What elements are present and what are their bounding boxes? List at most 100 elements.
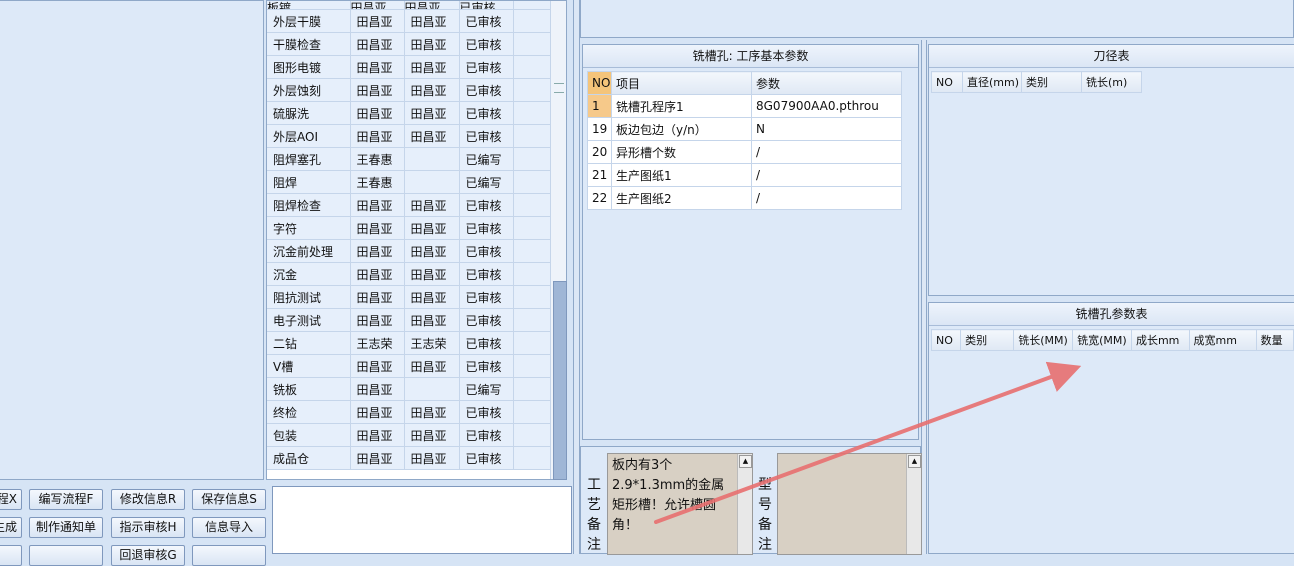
table-row[interactable]: 铣板 田昌亚 已编写 [267, 377, 552, 401]
status-cell: 已审核 [459, 239, 514, 263]
scrollbar-thumb[interactable] [553, 281, 567, 480]
base-param-row[interactable]: 21 生产图纸1/ [587, 163, 902, 187]
process-table-panel: 板镀 田昌亚 田昌亚 已审核 外层干膜 田昌亚 田昌亚 已审核 干膜检查 田昌亚 田昌亚 已审核 图形电… [266, 0, 567, 480]
table-row[interactable]: 二钻 王志荣 王志荣 已审核 [267, 331, 552, 355]
status-cell: 已审核 [459, 400, 514, 424]
process-name-cell: 图形电镀 [267, 55, 351, 79]
table-row[interactable]: 终检 田昌亚 田昌亚 已审核 [267, 400, 552, 424]
scroll-up-icon[interactable]: ▲ [908, 455, 921, 468]
model-remark-scrollbar[interactable]: ▲ [906, 454, 921, 554]
table-row[interactable]: 阻焊检查 田昌亚 田昌亚 已审核 [267, 193, 552, 217]
checker-cell: 田昌亚 [404, 262, 460, 286]
table-row[interactable]: 沉金 田昌亚 田昌亚 已审核 [267, 262, 552, 286]
process-name-cell: 板镀 [267, 1, 351, 10]
maker-cell: 田昌亚 [350, 124, 405, 148]
table-row[interactable]: 图形电镀 田昌亚 田昌亚 已审核 [267, 55, 552, 79]
slot-col-header-3[interactable]: 铣宽(MM) [1072, 329, 1132, 351]
slot-col-header-6[interactable]: 数量 [1255, 329, 1294, 351]
extra-cell [513, 262, 552, 286]
slot-col-header-0[interactable]: NO [930, 329, 962, 351]
maker-cell: 田昌亚 [350, 216, 405, 240]
action-button[interactable]: 信息导入 [192, 517, 266, 538]
process-name-cell: 成品仓 [267, 446, 351, 470]
action-button[interactable]: 制作通知单 [29, 517, 103, 538]
checker-cell: 田昌亚 [404, 285, 460, 309]
note-input-box[interactable] [272, 486, 572, 554]
table-row[interactable]: 外层干膜 田昌亚 田昌亚 已审核 [267, 9, 552, 33]
table-row[interactable]: V槽 田昌亚 田昌亚 已审核 [267, 354, 552, 378]
param-item-cell: 异形槽个数 [611, 140, 752, 164]
process-table-scrollbar[interactable] [550, 1, 567, 480]
base-param-row[interactable]: 19 板边包边（y/n） N [587, 117, 902, 141]
status-cell: 已审核 [459, 1, 514, 10]
base-param-row[interactable]: 22 生产图纸2/ [587, 186, 902, 210]
slot-col-header-2[interactable]: 铣长(MM) [1013, 329, 1074, 351]
process-remark-textarea[interactable]: 板内有3个2.9*1.3mm的金属矩形槽！允许槽圆角！ ▲ [607, 453, 753, 555]
col-no-header[interactable]: NO [587, 71, 612, 95]
slot-params-table: NO 类别 铣长(MM) 铣宽(MM) 成长mm 成宽mm 数量 [930, 329, 1294, 351]
base-param-row[interactable]: 1 铣槽孔程序1 8G07900AA0.pthrou [587, 94, 902, 118]
col-item-header[interactable]: 项目 [611, 71, 752, 95]
status-cell: 已审核 [459, 216, 514, 240]
action-button[interactable]: 制流程X [0, 489, 22, 510]
action-button[interactable]: 生成 [0, 517, 22, 538]
base-param-row[interactable]: 20 异形槽个数 / [587, 140, 902, 164]
checker-cell [404, 377, 460, 401]
process-name-cell: 字符 [267, 216, 351, 240]
slot-col-header-5[interactable]: 成宽mm [1188, 329, 1257, 351]
slot-col-header-4[interactable]: 成长mm [1130, 329, 1190, 351]
action-button[interactable]: 修改信息R [111, 489, 185, 510]
tool-col-header-2[interactable]: 类别 [1021, 71, 1082, 93]
table-row[interactable]: 沉金前处理 田昌亚 田昌亚 已审核 [267, 239, 552, 263]
status-cell: 已审核 [459, 354, 514, 378]
action-button[interactable] [192, 545, 266, 566]
extra-cell [513, 32, 552, 56]
table-row[interactable]: 阻抗测试 田昌亚 田昌亚 已审核 [267, 285, 552, 309]
process-name-cell: 阻抗测试 [267, 285, 351, 309]
status-cell: 已编写 [459, 147, 514, 171]
process-name-cell: V槽 [267, 354, 351, 378]
table-row[interactable]: 包装 田昌亚 田昌亚 已审核 [267, 423, 552, 447]
slot-table-title: 铣槽孔参数表 [929, 303, 1294, 326]
tool-col-header-3[interactable]: 铣长(m) [1081, 71, 1142, 93]
maker-cell: 田昌亚 [350, 262, 405, 286]
tool-col-header-0[interactable]: NO [931, 71, 963, 93]
process-name-cell: 阻焊塞孔 [267, 147, 351, 171]
table-row[interactable]: 硫脲洗 田昌亚 田昌亚 已审核 [267, 101, 552, 125]
table-row[interactable]: 成品仓 田昌亚 田昌亚 已审核 [267, 446, 552, 470]
maker-cell: 王春惠 [350, 170, 405, 194]
tool-col-header-1[interactable]: 直径(mm) [962, 71, 1022, 93]
model-remark-label: 型号备注 [758, 477, 772, 553]
extra-cell [513, 377, 552, 401]
process-name-cell: 阻焊 [267, 170, 351, 194]
col-param-header[interactable]: 参数 [751, 71, 902, 95]
param-item-cell: 生产图纸2 [611, 186, 752, 210]
checker-cell: 田昌亚 [404, 193, 460, 217]
action-button[interactable]: 指示审核H [111, 517, 185, 538]
table-row[interactable]: 干膜检查 田昌亚 田昌亚 已审核 [267, 32, 552, 56]
table-row[interactable]: 阻焊 王春惠 已编写 [267, 170, 552, 194]
table-row[interactable]: 电子测试 田昌亚 田昌亚 已审核 [267, 308, 552, 332]
action-button[interactable]: 回退审核G [111, 545, 185, 566]
vertical-splitter[interactable] [573, 0, 580, 554]
table-row[interactable]: 板镀 田昌亚 田昌亚 已审核 [267, 1, 552, 10]
table-row[interactable]: 外层AOI 田昌亚 田昌亚 已审核 [267, 124, 552, 148]
action-button[interactable] [0, 545, 22, 566]
extra-cell [513, 423, 552, 447]
action-button[interactable] [29, 545, 103, 566]
table-row[interactable]: 阻焊塞孔 王春惠 已编写 [267, 147, 552, 171]
slot-col-header-1[interactable]: 类别 [960, 329, 1015, 351]
action-button[interactable]: 编写流程F [29, 489, 103, 510]
status-cell: 已审核 [459, 262, 514, 286]
extra-cell [513, 400, 552, 424]
maker-cell: 田昌亚 [350, 55, 405, 79]
action-button[interactable]: 保存信息S [192, 489, 266, 510]
model-remark-textarea[interactable]: ▲ [777, 453, 922, 555]
maker-cell: 田昌亚 [350, 193, 405, 217]
scroll-up-icon[interactable]: ▲ [739, 455, 752, 468]
process-remark-scrollbar[interactable]: ▲ [737, 454, 752, 554]
table-row[interactable]: 字符 田昌亚 田昌亚 已审核 [267, 216, 552, 240]
tool-table-title: 刀径表 [929, 45, 1294, 68]
table-row[interactable]: 外层蚀刻 田昌亚 田昌亚 已审核 [267, 78, 552, 102]
tool-diameter-table: NO 直径(mm) 类别 铣长(m) [931, 71, 1142, 93]
